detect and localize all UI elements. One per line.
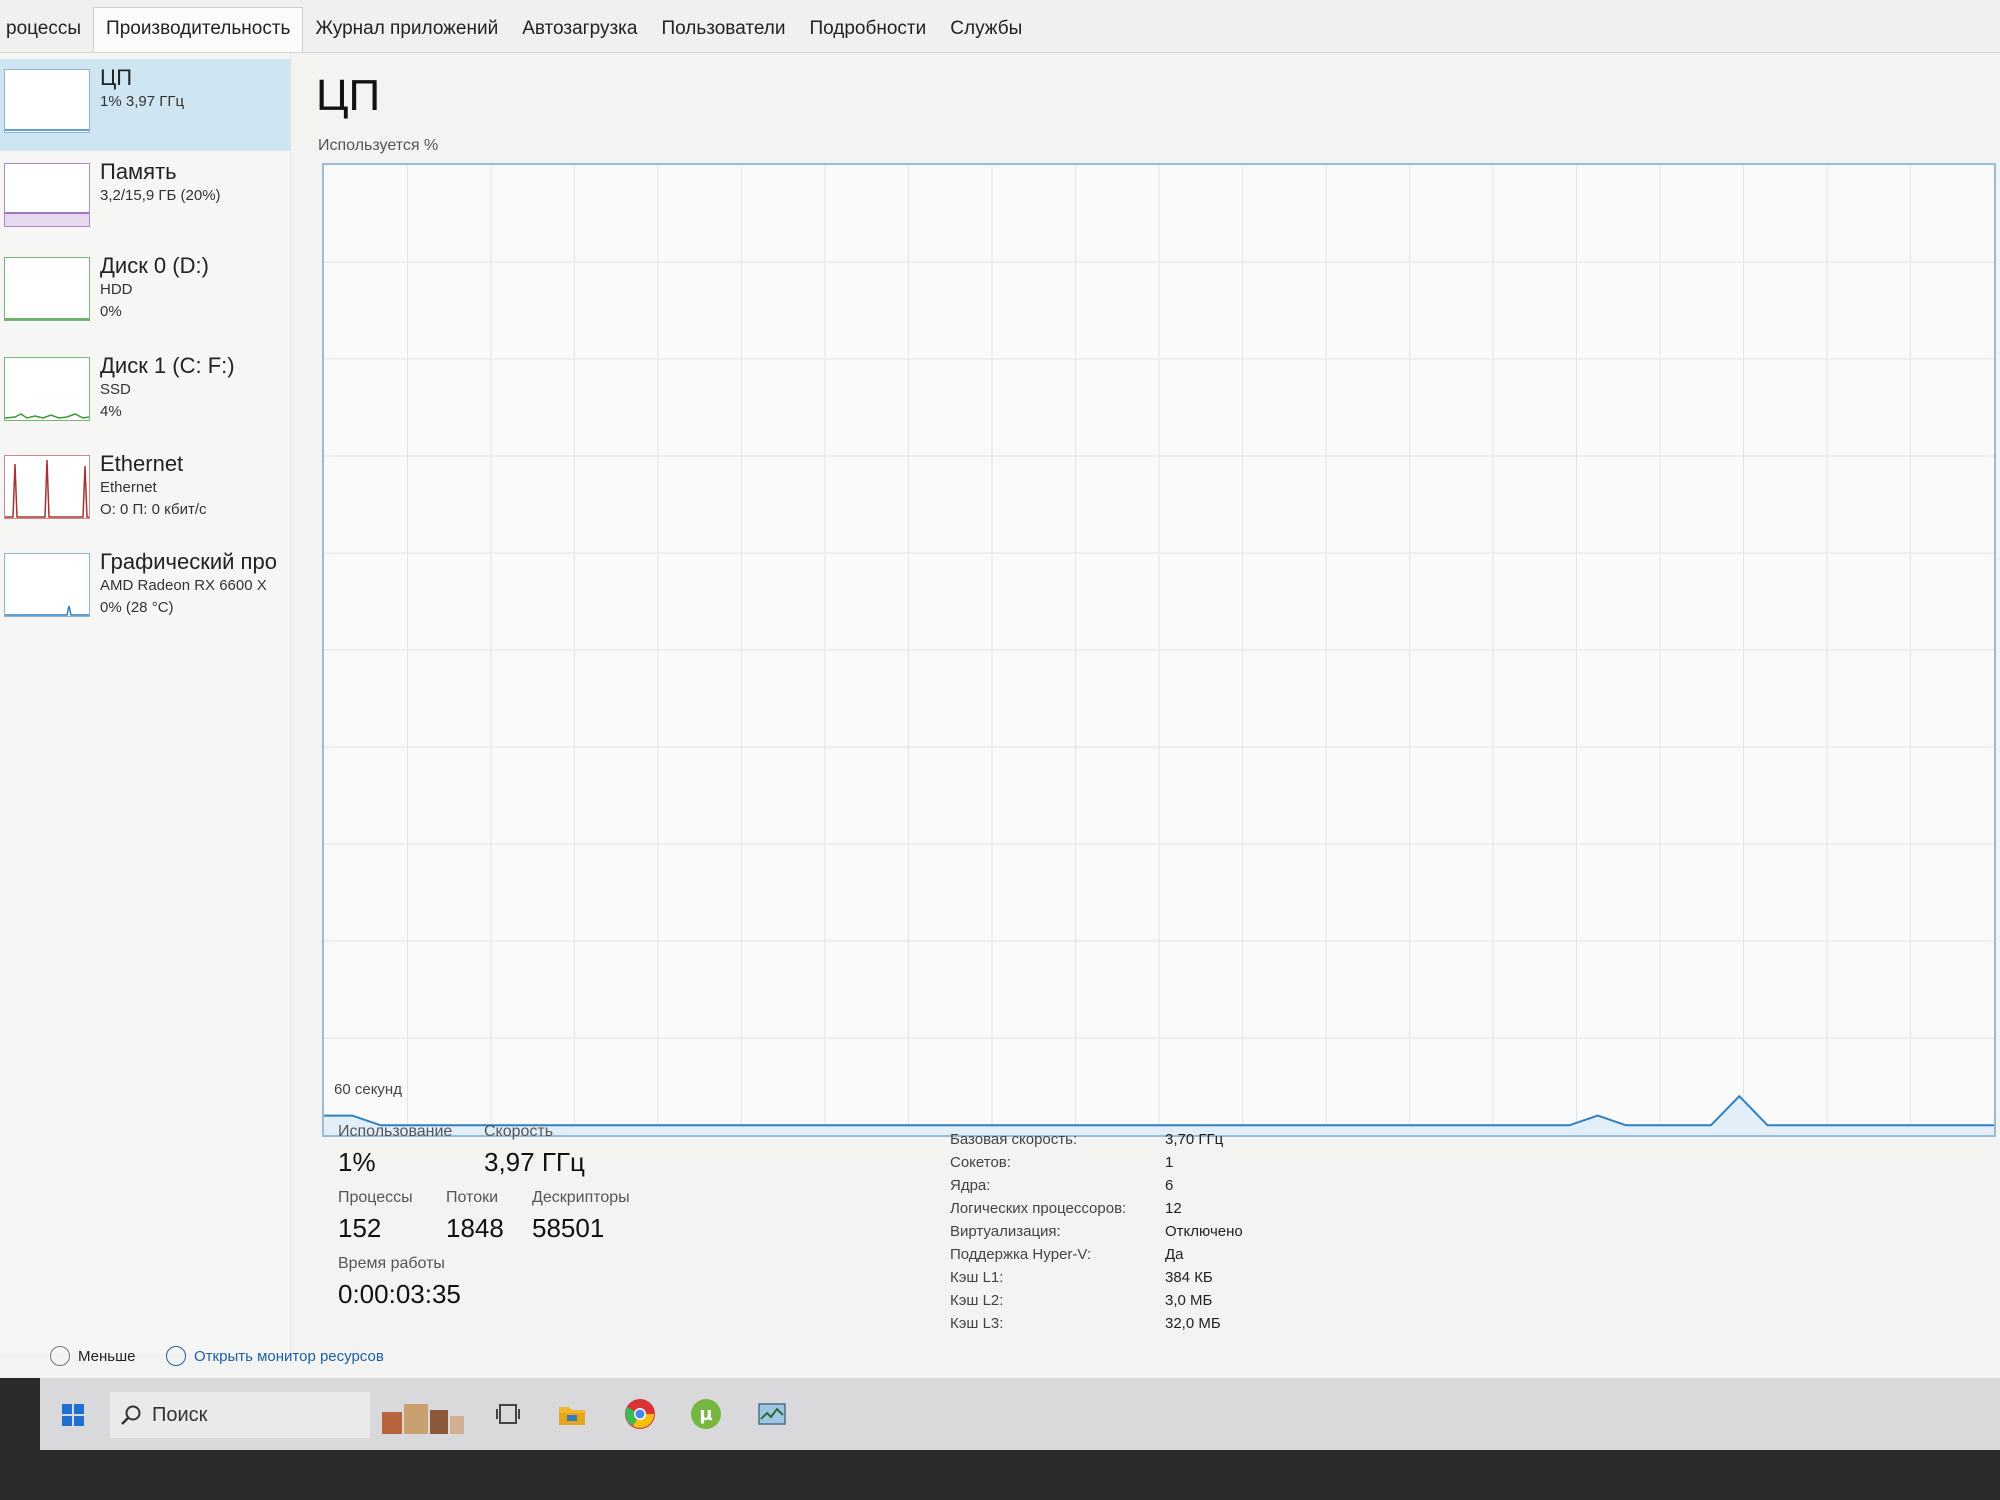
spec-value: 6 (1165, 1177, 1174, 1194)
sidebar-item-disk-0[interactable]: Диск 0 (D:) HDD 0% (0, 247, 290, 339)
spec-label: Виртуализация: (950, 1223, 1061, 1240)
news-widget-icon[interactable] (378, 1394, 468, 1434)
spec-label: Ядра: (950, 1177, 991, 1194)
spec-value: 3,70 ГГц (1165, 1131, 1224, 1148)
sidebar-item-detail: 4% (100, 403, 122, 420)
spec-label: Базовая скорость: (950, 1131, 1078, 1148)
taskbar-search[interactable]: Поиск (110, 1392, 370, 1438)
sidebar-item-type: SSD (100, 381, 131, 398)
svg-text:µ: µ (699, 1404, 712, 1425)
gpu-thumbnail-graph (4, 553, 90, 617)
windows-start-icon[interactable] (62, 1404, 84, 1426)
spec-value: 12 (1165, 1200, 1182, 1217)
tab-app-history[interactable]: Журнал приложений (303, 8, 510, 52)
tab-performance[interactable]: Производительность (93, 7, 304, 52)
sidebar-item-type: Ethernet (100, 479, 157, 496)
spec-label: Кэш L1: (950, 1269, 1004, 1286)
spec-value: 1 (1165, 1154, 1174, 1171)
spec-value: Да (1165, 1246, 1184, 1263)
sidebar-item-detail: О: 0 П: 0 кбит/с (100, 501, 207, 518)
tab-bar: роцессы Производительность Журнал прилож… (0, 0, 2000, 53)
search-icon (121, 1405, 141, 1425)
usage-value: 1% (338, 1147, 376, 1177)
uptime-label: Время работы (338, 1255, 445, 1272)
sidebar-item-label: Память (100, 159, 177, 184)
tab-startup[interactable]: Автозагрузка (510, 8, 649, 52)
sidebar-item-gpu[interactable]: Графический про AMD Radeon RX 6600 X 0% … (0, 543, 290, 635)
threads-label: Потоки (446, 1189, 499, 1206)
sidebar-item-label: Графический про (100, 549, 277, 574)
disk1-thumbnail-graph (4, 357, 90, 421)
tab-processes[interactable]: роцессы (0, 8, 93, 52)
threads-value: 1848 (446, 1213, 504, 1243)
cpu-detail-panel: ЦП Используется % 60 секунд Использовани… (300, 53, 2000, 1353)
memory-thumbnail-graph (4, 163, 90, 227)
spec-value: 3,0 МБ (1165, 1292, 1213, 1309)
processes-label: Процессы (338, 1189, 413, 1206)
speed-label: Скорость (484, 1123, 554, 1140)
fewer-details-button[interactable]: Меньше (50, 1346, 135, 1366)
usage-label: Использование (338, 1123, 453, 1140)
taskbar: Поиск µ (0, 1378, 2000, 1500)
spec-label: Логических процессоров: (950, 1200, 1127, 1217)
tab-users[interactable]: Пользователи (649, 8, 797, 52)
task-manager-icon[interactable] (752, 1394, 792, 1434)
processes-value: 152 (338, 1213, 382, 1243)
sidebar-item-label: Диск 0 (D:) (100, 253, 209, 278)
disk0-thumbnail-graph (4, 257, 90, 321)
speed-value: 3,97 ГГц (484, 1147, 585, 1177)
spec-value: 32,0 МБ (1165, 1315, 1221, 1332)
open-resource-monitor-link[interactable]: Открыть монитор ресурсов (166, 1346, 384, 1366)
fewer-details-label: Меньше (78, 1347, 136, 1365)
sidebar-item-detail: 1% 3,97 ГГц (100, 93, 185, 110)
resource-monitor-label: Открыть монитор ресурсов (194, 1347, 384, 1365)
spec-label: Поддержка Hyper-V: (950, 1246, 1092, 1263)
cpu-utilization-graph (322, 163, 1996, 1137)
sidebar-item-detail: 0% (100, 303, 122, 320)
sidebar-item-label: Диск 1 (C: F:) (100, 353, 235, 378)
sidebar-item-label: Ethernet (100, 451, 184, 476)
sidebar-item-label: ЦП (100, 65, 133, 90)
sidebar-item-type: AMD Radeon RX 6600 X (100, 577, 267, 594)
sidebar-item-memory[interactable]: Память 3,2/15,9 ГБ (20%) (0, 153, 290, 245)
chevron-up-icon (50, 1346, 70, 1366)
spec-value: Отключено (1165, 1223, 1243, 1240)
handles-label: Дескрипторы (532, 1189, 630, 1206)
utorrent-icon[interactable]: µ (686, 1394, 726, 1434)
spec-value: 384 КБ (1165, 1269, 1213, 1286)
ethernet-thumbnail-graph (4, 455, 90, 519)
resource-sidebar: ЦП 1% 3,97 ГГц Память 3,2/15,9 ГБ (20%) … (0, 53, 291, 1353)
resource-monitor-icon (166, 1346, 186, 1366)
sidebar-item-detail: 0% (28 °C) (100, 599, 174, 616)
sidebar-item-ethernet[interactable]: Ethernet Ethernet О: 0 П: 0 кбит/с (0, 445, 290, 537)
spec-label: Кэш L3: (950, 1315, 1004, 1332)
spec-label: Кэш L2: (950, 1292, 1004, 1309)
sidebar-item-detail: 3,2/15,9 ГБ (20%) (100, 187, 221, 204)
page-title: ЦП (316, 71, 381, 120)
sidebar-item-disk-1[interactable]: Диск 1 (C: F:) SSD 4% (0, 347, 290, 439)
sidebar-item-cpu[interactable]: ЦП 1% 3,97 ГГц (0, 59, 290, 151)
handles-value: 58501 (532, 1213, 605, 1243)
cpu-thumbnail-graph (4, 69, 90, 133)
sidebar-item-type: HDD (100, 281, 133, 298)
time-span-label: 60 секунд (334, 1081, 402, 1098)
utilization-axis-label: Используется % (318, 137, 439, 154)
search-placeholder: Поиск (152, 1403, 208, 1426)
uptime-value: 0:00:03:35 (338, 1279, 461, 1309)
tab-services[interactable]: Службы (938, 8, 1034, 52)
chrome-icon[interactable] (620, 1394, 660, 1434)
footer-bar: Меньше Открыть монитор ресурсов (0, 1338, 2000, 1374)
file-explorer-icon[interactable] (552, 1394, 592, 1434)
tab-details[interactable]: Подробности (797, 8, 938, 52)
task-view-icon[interactable] (488, 1394, 528, 1434)
spec-label: Сокетов: (950, 1154, 1011, 1171)
